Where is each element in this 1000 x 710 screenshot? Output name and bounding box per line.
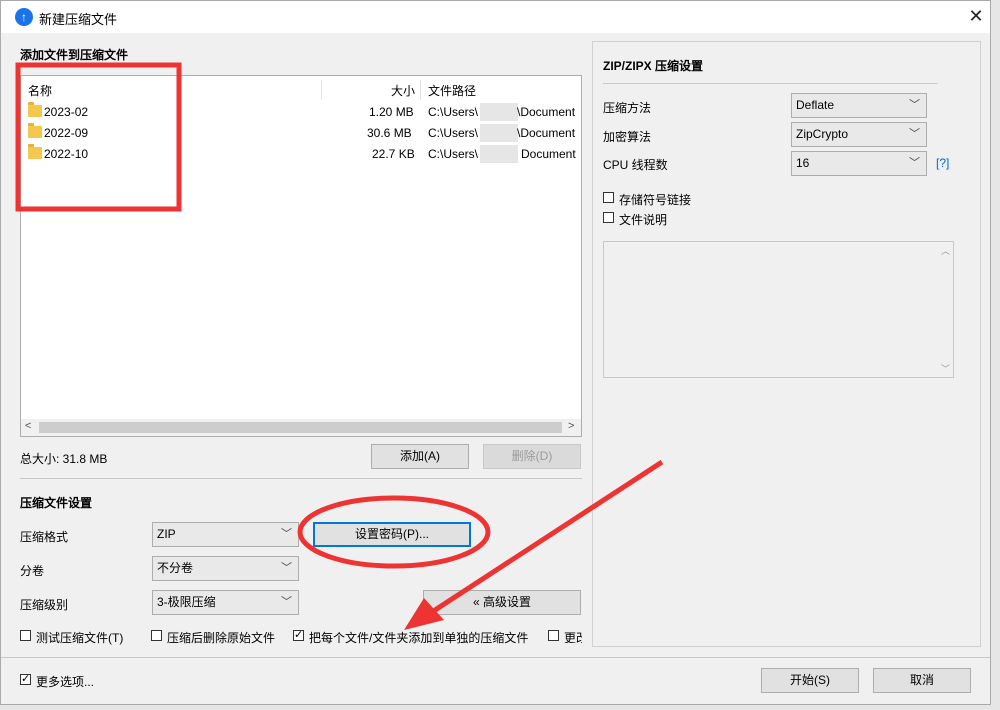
annotation-overlay — [15, 62, 664, 630]
annotation-rectangle — [15, 62, 182, 212]
annotation-arrow-line — [430, 459, 664, 615]
annotation-arrow-head — [404, 598, 444, 630]
annotation-ellipse — [297, 495, 491, 569]
